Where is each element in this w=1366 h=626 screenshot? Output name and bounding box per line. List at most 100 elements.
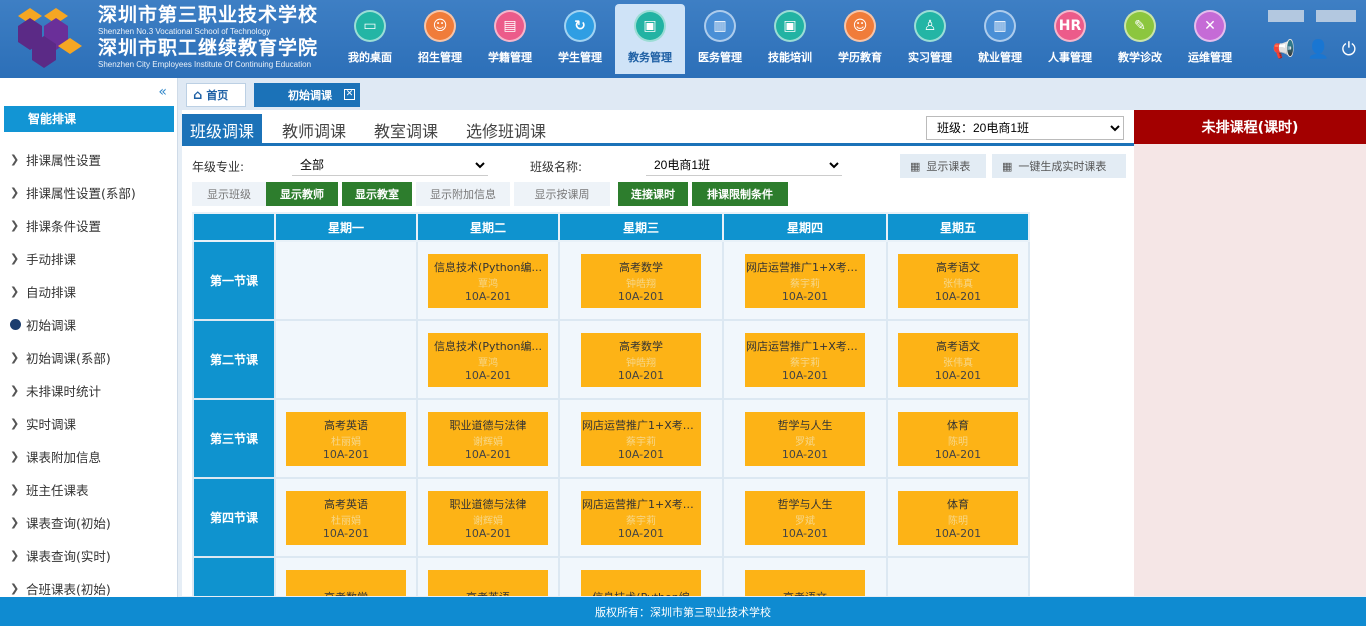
subtab-room[interactable]: 教室调课 [366, 114, 446, 146]
schedule-cell[interactable]: 高考语文 [722, 556, 888, 596]
course-card[interactable]: 信息技术(Python编... 覃鸿 10A-201 [428, 253, 548, 308]
schedule-cell[interactable]: 高考英语 杜丽娟 10A-201 [274, 477, 418, 558]
course-card[interactable]: 高考语文 张伟真 10A-201 [898, 253, 1018, 308]
nav-item-12[interactable]: ✕ 运维管理 [1175, 4, 1245, 74]
announcement-icon[interactable]: 📢 [1273, 39, 1295, 60]
close-tab-icon[interactable]: ✕ [344, 89, 355, 100]
nav-item-8[interactable]: ♙ 实习管理 [895, 4, 965, 74]
course-card[interactable]: 高考数学 钟皓翔 10A-201 [581, 332, 701, 387]
subtab-teacher[interactable]: 教师调课 [274, 114, 354, 146]
schedule-cell[interactable]: 哲学与人生 罗斌 10A-201 [722, 477, 888, 558]
course-card[interactable]: 高考语文 [745, 569, 865, 596]
schedule-cell[interactable]: 网店运营推广1+X考证实... 蔡宇莉10A-201 [722, 240, 888, 321]
course-card[interactable]: 信息技术(Python编... 覃鸿 10A-201 [428, 332, 548, 387]
show-week-button[interactable]: 显示按课周 [514, 182, 610, 206]
sidebar-item[interactable]: ❯ 排课属性设置 [0, 143, 177, 176]
course-card[interactable]: 体育 陈明 10A-201 [898, 490, 1018, 545]
schedule-cell[interactable]: 网店运营推广1+X考证实... 蔡宇莉10A-201 [558, 477, 724, 558]
sidebar-item[interactable]: ❯ 班主任课表 [0, 473, 177, 506]
schedule-cell[interactable]: 职业道德与法律 谢辉娟 10A-201 [416, 477, 560, 558]
course-card[interactable]: 网店运营推广1+X考证实... 蔡宇莉10A-201 [581, 411, 701, 466]
grade-label: 年级专业: [192, 160, 245, 174]
show-class-button[interactable]: 显示班级 [192, 182, 266, 206]
nav-item-7[interactable]: ☺ 学历教育 [825, 4, 895, 74]
nav-item-4[interactable]: ▣ 教务管理 [615, 4, 685, 74]
schedule-cell[interactable]: 体育 陈明 10A-201 [886, 398, 1030, 479]
schedule-cell[interactable]: 信息技术(Python编 [558, 556, 724, 596]
power-icon[interactable]: ⏻ [1342, 39, 1356, 60]
course-card[interactable]: 职业道德与法律 谢辉娟 10A-201 [428, 490, 548, 545]
nav-item-11[interactable]: ✎ 教学诊改 [1105, 4, 1175, 74]
nav-item-2[interactable]: ▤ 学籍管理 [475, 4, 545, 74]
course-card[interactable]: 高考数学 [286, 569, 406, 596]
schedule-cell[interactable]: 信息技术(Python编... 覃鸿 10A-201 [416, 319, 560, 400]
tab-current[interactable]: 初始调课 ✕ [254, 83, 360, 107]
course-card[interactable]: 网店运营推广1+X考证实... 蔡宇莉10A-201 [581, 490, 701, 545]
schedule-cell[interactable]: 高考数学 [274, 556, 418, 596]
class-name-select[interactable]: 20电商1班 [646, 154, 842, 176]
schedule-grid-wrapper[interactable]: 星期一 星期二 星期三 星期四 星期五 第一节课 信息技术(Python编... 覃鸿 10A… [192, 212, 1030, 596]
show-room-button[interactable]: 显示教室 [342, 182, 412, 206]
sidebar-item[interactable]: ❯ 课表附加信息 [0, 440, 177, 473]
sidebar-item[interactable]: ❯ 自动排课 [0, 275, 177, 308]
course-card[interactable]: 网店运营推广1+X考证实... 蔡宇莉10A-201 [745, 332, 865, 387]
nav-item-10[interactable]: HR 人事管理 [1035, 4, 1105, 74]
course-card[interactable]: 高考英语 [428, 569, 548, 596]
schedule-cell[interactable]: 哲学与人生 罗斌 10A-201 [722, 398, 888, 479]
schedule-cell[interactable]: 高考英语 [416, 556, 560, 596]
sidebar-title[interactable]: 智能排课 [4, 106, 174, 132]
schedule-cell[interactable]: 网店运营推广1+X考证实... 蔡宇莉10A-201 [558, 398, 724, 479]
collapse-sidebar-icon[interactable]: « [158, 84, 167, 100]
course-card[interactable]: 哲学与人生 罗斌 10A-201 [745, 411, 865, 466]
course-card[interactable]: 职业道德与法律 谢辉娟 10A-201 [428, 411, 548, 466]
nav-item-1[interactable]: ☺ 招生管理 [405, 4, 475, 74]
nav-item-6[interactable]: ▣ 技能培训 [755, 4, 825, 74]
course-card[interactable]: 网店运营推广1+X考证实... 蔡宇莉10A-201 [745, 253, 865, 308]
nav-item-5[interactable]: ▥ 医务管理 [685, 4, 755, 74]
schedule-cell[interactable]: 体育 陈明 10A-201 [886, 477, 1030, 558]
class-select[interactable]: 班级：20电商1班 [926, 116, 1124, 140]
sidebar-item[interactable]: ❯ 未排课时统计 [0, 374, 177, 407]
tab-home[interactable]: ⌂ 首页 [186, 83, 246, 107]
schedule-cell[interactable]: 高考数学 钟皓翔 10A-201 [558, 319, 724, 400]
sidebar-item[interactable]: ❯ 课表查询(初始) [0, 506, 177, 539]
subtab-class[interactable]: 班级调课 [182, 114, 263, 146]
schedule-cell[interactable]: 职业道德与法律 谢辉娟 10A-201 [416, 398, 560, 479]
show-extra-button[interactable]: 显示附加信息 [416, 182, 510, 206]
sidebar-item[interactable]: ❯ 实时调课 [0, 407, 177, 440]
course-card[interactable]: 高考英语 杜丽娟 10A-201 [286, 411, 406, 466]
show-schedule-button[interactable]: ▦ 显示课表 [900, 154, 986, 178]
nav-item-0[interactable]: ▭ 我的桌面 [335, 4, 405, 74]
schedule-cell[interactable]: 高考语文 张伟真 10A-201 [886, 240, 1030, 321]
nav-item-9[interactable]: ▥ 就业管理 [965, 4, 1035, 74]
course-card[interactable]: 高考英语 杜丽娟 10A-201 [286, 490, 406, 545]
sidebar-item[interactable]: ❯ 排课属性设置(系部) [0, 176, 177, 209]
schedule-cell[interactable] [886, 556, 1030, 596]
grade-select[interactable]: 全部 [292, 154, 488, 176]
sidebar-item[interactable]: ❯ 课表查询(实时) [0, 539, 177, 572]
generate-realtime-button[interactable]: ▦ 一键生成实时课表 [992, 154, 1126, 178]
sidebar-item[interactable]: ❯ 合班课表(初始) [0, 572, 177, 597]
schedule-cell[interactable] [274, 319, 418, 400]
schedule-cell[interactable]: 高考英语 杜丽娟 10A-201 [274, 398, 418, 479]
course-card[interactable]: 哲学与人生 罗斌 10A-201 [745, 490, 865, 545]
sidebar-item[interactable]: ❯ 初始调课(系部) [0, 341, 177, 374]
nav-item-3[interactable]: ↻ 学生管理 [545, 4, 615, 74]
schedule-cell[interactable]: 高考数学 钟皓翔 10A-201 [558, 240, 724, 321]
show-teacher-button[interactable]: 显示教师 [266, 182, 338, 206]
subtab-elective[interactable]: 选修班调课 [458, 114, 554, 146]
course-card[interactable]: 信息技术(Python编 [581, 569, 701, 596]
sidebar-item[interactable]: ❯ 排课条件设置 [0, 209, 177, 242]
sidebar-item[interactable]: 初始调课 [0, 308, 177, 341]
schedule-cell[interactable]: 网店运营推广1+X考证实... 蔡宇莉10A-201 [722, 319, 888, 400]
schedule-cell[interactable]: 高考语文 张伟真 10A-201 [886, 319, 1030, 400]
user-icon[interactable]: 👤 [1307, 39, 1329, 60]
sidebar-item[interactable]: ❯ 手动排课 [0, 242, 177, 275]
link-hours-button[interactable]: 连接课时 [618, 182, 688, 206]
course-card[interactable]: 体育 陈明 10A-201 [898, 411, 1018, 466]
schedule-cell[interactable] [274, 240, 418, 321]
course-card[interactable]: 高考数学 钟皓翔 10A-201 [581, 253, 701, 308]
schedule-limits-button[interactable]: 排课限制条件 [692, 182, 788, 206]
course-card[interactable]: 高考语文 张伟真 10A-201 [898, 332, 1018, 387]
schedule-cell[interactable]: 信息技术(Python编... 覃鸿 10A-201 [416, 240, 560, 321]
